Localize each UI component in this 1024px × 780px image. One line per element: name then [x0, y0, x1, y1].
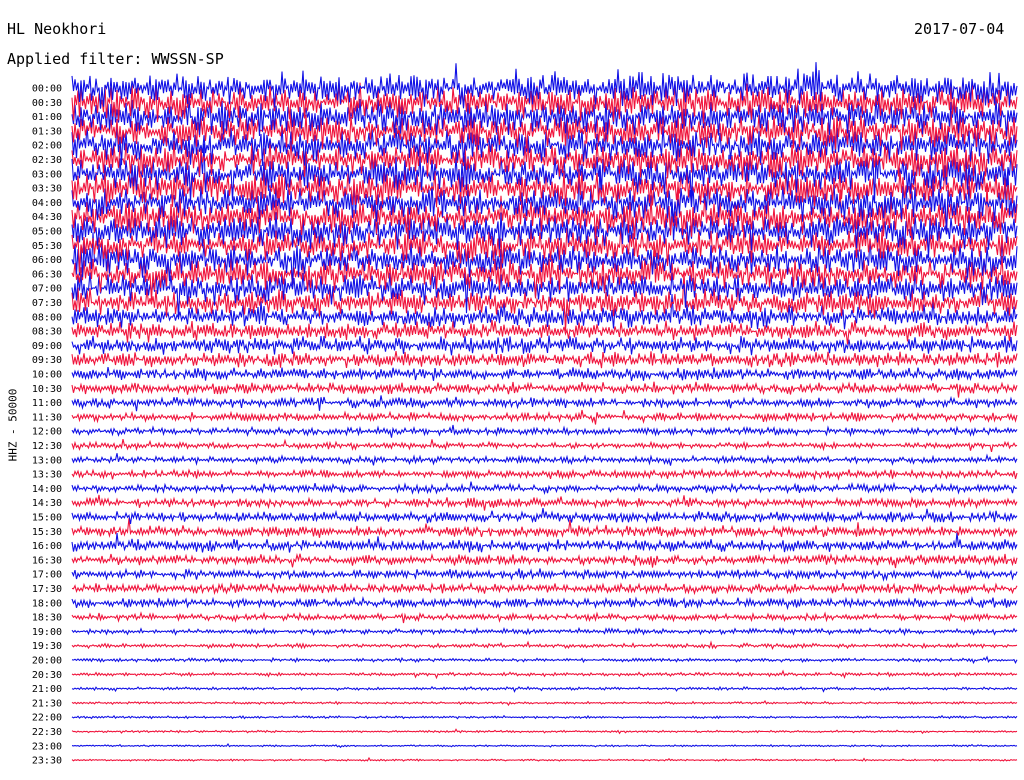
- time-tick-label: 09:30: [32, 355, 62, 366]
- trace-line: [71, 438, 1018, 453]
- trace-line: [71, 508, 1018, 524]
- time-tick-label: 18:00: [32, 598, 62, 609]
- trace-line: [71, 518, 1018, 539]
- time-tick-label: 13:00: [32, 455, 62, 466]
- trace-line: [71, 700, 1018, 707]
- time-tick-label: 00:00: [32, 84, 62, 95]
- time-tick-label: 10:30: [32, 384, 62, 395]
- time-tick-label: 04:00: [32, 198, 62, 209]
- trace-line: [71, 669, 1018, 680]
- trace-line: [71, 655, 1018, 665]
- time-tick-label: 22:00: [32, 713, 62, 724]
- time-tick-label: 05:30: [32, 241, 62, 252]
- time-tick-label: 20:30: [32, 670, 62, 681]
- time-tick-label: 01:30: [32, 126, 62, 137]
- trace-line: [71, 596, 1018, 611]
- trace-line: [71, 409, 1018, 425]
- time-tick-label: 06:30: [32, 269, 62, 280]
- time-tick-label: 06:00: [32, 255, 62, 266]
- trace-line: [71, 756, 1018, 762]
- time-tick-label: 11:30: [32, 412, 62, 423]
- trace-line: [71, 320, 1018, 345]
- time-tick-label: 03:00: [32, 169, 62, 180]
- trace-line: [71, 494, 1018, 511]
- trace-line: [71, 351, 1018, 369]
- helicorder-plot: 23:30 23:00 22:30 22:00 21:30 21:00 20:30 20:00…: [32, 62, 1018, 767]
- time-tick-label: 10:00: [32, 370, 62, 381]
- time-tick-label: 12:30: [32, 441, 62, 452]
- trace-line: [71, 640, 1018, 651]
- time-tick-label: 09:00: [32, 341, 62, 352]
- trace-line: [71, 626, 1018, 637]
- trace-line: [71, 567, 1018, 582]
- trace-line: [71, 453, 1018, 466]
- time-tick-label: 11:00: [32, 398, 62, 409]
- time-tick-label: 19:00: [32, 627, 62, 638]
- time-tick-label: 16:30: [32, 555, 62, 566]
- trace-line: [71, 395, 1018, 412]
- time-tick-label: 23:00: [32, 741, 62, 752]
- time-tick-label: 14:30: [32, 498, 62, 509]
- trace-line: [71, 366, 1018, 382]
- time-tick-label: 07:30: [32, 298, 62, 309]
- time-tick-label: 23:30: [32, 756, 62, 767]
- trace-line: [71, 728, 1018, 735]
- time-tick-label: 08:00: [32, 312, 62, 323]
- time-tick-label: 19:30: [32, 641, 62, 652]
- time-tick-label: 16:00: [32, 541, 62, 552]
- time-labels: 23:30 23:00 22:30 22:00 21:30 21:00 20:30 20:00…: [32, 84, 62, 767]
- time-tick-label: 03:30: [32, 184, 62, 195]
- time-tick-label: 01:00: [32, 112, 62, 123]
- traces-layer: [71, 62, 1018, 762]
- time-tick-label: 15:30: [32, 527, 62, 538]
- time-tick-label: 14:00: [32, 484, 62, 495]
- time-tick-label: 22:30: [32, 727, 62, 738]
- time-tick-label: 05:00: [32, 227, 62, 238]
- time-tick-label: 18:30: [32, 613, 62, 624]
- trace-line: [71, 467, 1018, 481]
- trace-line: [71, 424, 1018, 438]
- time-tick-label: 13:30: [32, 470, 62, 481]
- trace-line: [71, 581, 1018, 596]
- time-tick-label: 08:30: [32, 327, 62, 338]
- trace-line: [71, 685, 1018, 693]
- trace-line: [71, 532, 1018, 553]
- trace-line: [71, 552, 1018, 569]
- time-tick-label: 17:30: [32, 584, 62, 595]
- time-tick-label: 02:30: [32, 155, 62, 166]
- trace-line: [71, 381, 1018, 398]
- time-tick-label: 17:00: [32, 570, 62, 581]
- trace-line: [71, 481, 1018, 496]
- trace-line: [71, 742, 1018, 749]
- trace-line: [71, 335, 1018, 356]
- time-tick-label: 21:00: [32, 684, 62, 695]
- time-tick-label: 12:00: [32, 427, 62, 438]
- trace-line: [71, 611, 1018, 624]
- time-tick-label: 00:30: [32, 98, 62, 109]
- time-tick-label: 04:30: [32, 212, 62, 223]
- time-tick-label: 15:00: [32, 513, 62, 524]
- time-tick-label: 07:00: [32, 284, 62, 295]
- time-tick-label: 21:30: [32, 698, 62, 709]
- trace-line: [71, 714, 1018, 720]
- time-tick-label: 20:00: [32, 656, 62, 667]
- time-tick-label: 02:00: [32, 141, 62, 152]
